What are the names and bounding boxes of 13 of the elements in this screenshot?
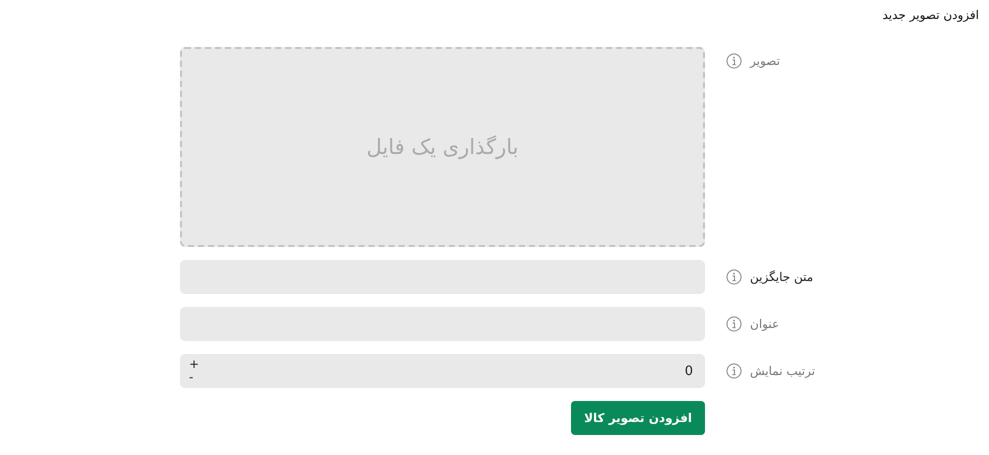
add-product-image-button[interactable]: افزودن تصویر کالا [571, 401, 705, 435]
field-label: ترتیب نمایش [750, 363, 816, 379]
decrement-button[interactable]: - [189, 371, 200, 384]
info-icon [726, 53, 742, 69]
field-label: تصویر [750, 53, 780, 69]
number-field[interactable]: + - 0 [180, 354, 705, 388]
page-title: افزودن تصویر جدید [882, 8, 979, 24]
field-label: عنوان [750, 316, 780, 332]
info-icon [726, 363, 742, 379]
increment-button[interactable]: + [189, 358, 200, 371]
field-label: متن جایگزین [750, 269, 814, 285]
info-icon [726, 316, 742, 332]
info-icon [726, 269, 742, 285]
